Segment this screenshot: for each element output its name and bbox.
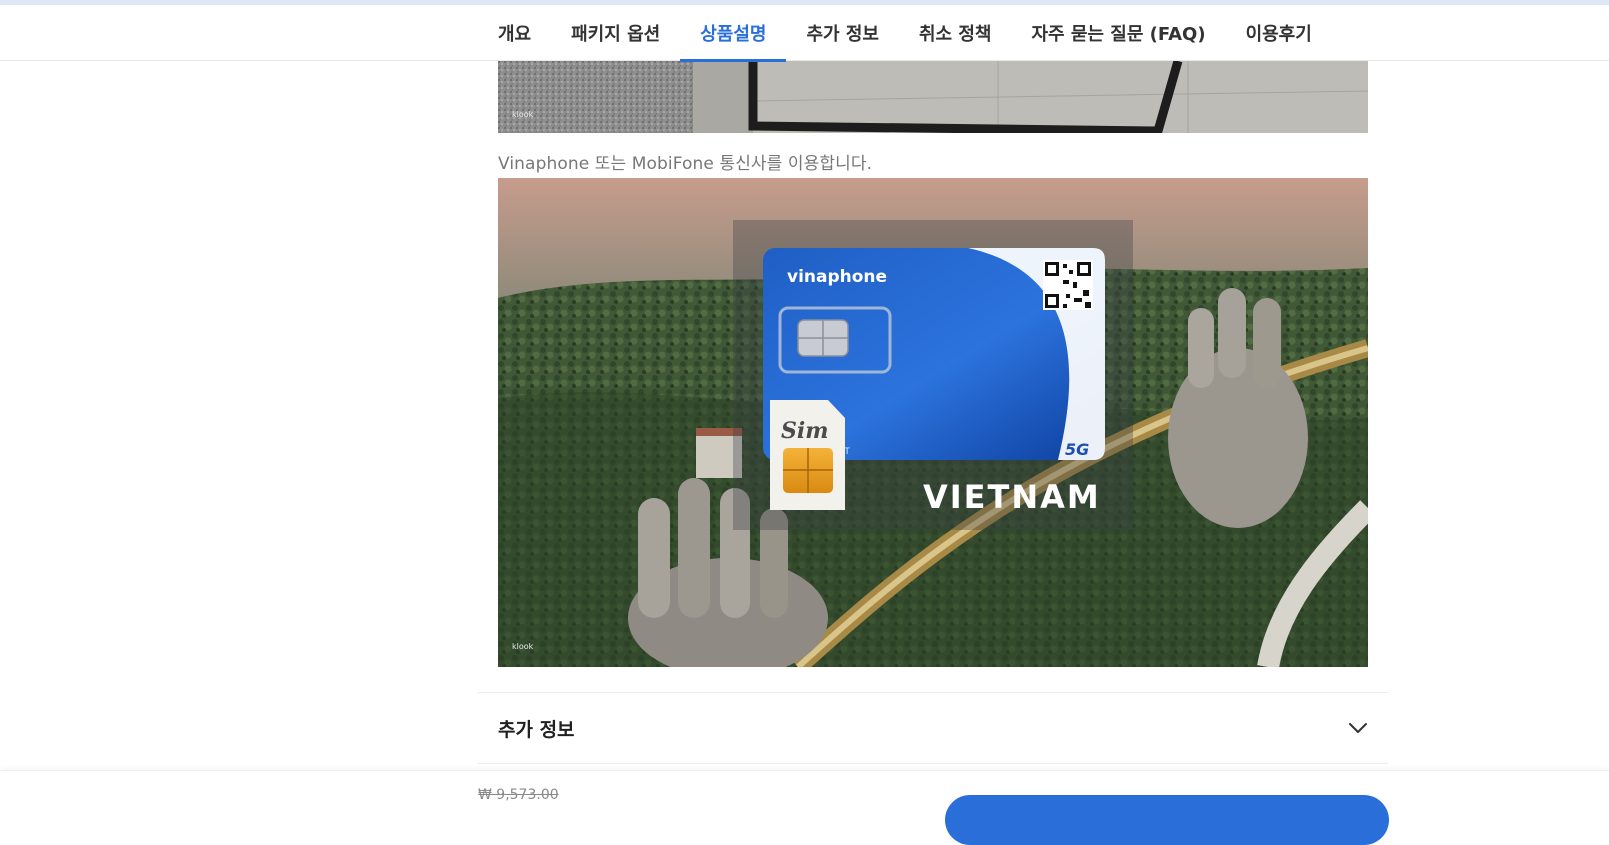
accordion-title: 추가 정보 bbox=[498, 718, 575, 741]
description-caption: Vinaphone 또는 MobiFone 통신사를 이용합니다. bbox=[498, 154, 873, 174]
card-brand: vinaphone bbox=[787, 267, 887, 287]
product-image-top: klook bbox=[498, 61, 1368, 133]
granite-floor-image: klook bbox=[498, 61, 1368, 133]
watermark-main: klook bbox=[512, 642, 534, 651]
vietnam-label: VIETNAM bbox=[923, 478, 1101, 516]
tab-package-options[interactable]: 패키지 옵션 bbox=[551, 5, 680, 61]
tab-cancellation-policy[interactable]: 취소 정책 bbox=[899, 5, 1012, 61]
sim-sticker: Sim bbox=[770, 400, 845, 510]
tab-overview[interactable]: 개요 bbox=[478, 5, 551, 61]
watermark-top: klook bbox=[512, 110, 534, 119]
sim-sticker-label: Sim bbox=[781, 418, 829, 444]
bottom-booking-bar: ₩ 9,573.00 bbox=[0, 770, 1609, 845]
qr-code-icon bbox=[1043, 260, 1093, 310]
product-image-main: vinaphone VNPT 5G bbox=[498, 178, 1368, 667]
golden-bridge-sim-image: vinaphone VNPT 5G bbox=[498, 178, 1368, 667]
tab-product-description[interactable]: 상품설명 bbox=[680, 5, 787, 62]
5g-badge: 5G bbox=[1065, 440, 1089, 459]
chevron-down-icon bbox=[1349, 723, 1367, 733]
section-tab-nav: 개요 패키지 옵션 상품설명 추가 정보 취소 정책 자주 묻는 질문 (FAQ… bbox=[0, 5, 1609, 62]
tab-faq[interactable]: 자주 묻는 질문 (FAQ) bbox=[1011, 5, 1225, 61]
additional-info-accordion[interactable]: 추가 정보 bbox=[478, 692, 1388, 764]
book-now-button[interactable] bbox=[945, 795, 1389, 845]
tab-additional-info[interactable]: 추가 정보 bbox=[786, 5, 899, 61]
original-price: ₩ 9,573.00 bbox=[478, 787, 559, 803]
tab-reviews[interactable]: 이용후기 bbox=[1226, 5, 1332, 61]
